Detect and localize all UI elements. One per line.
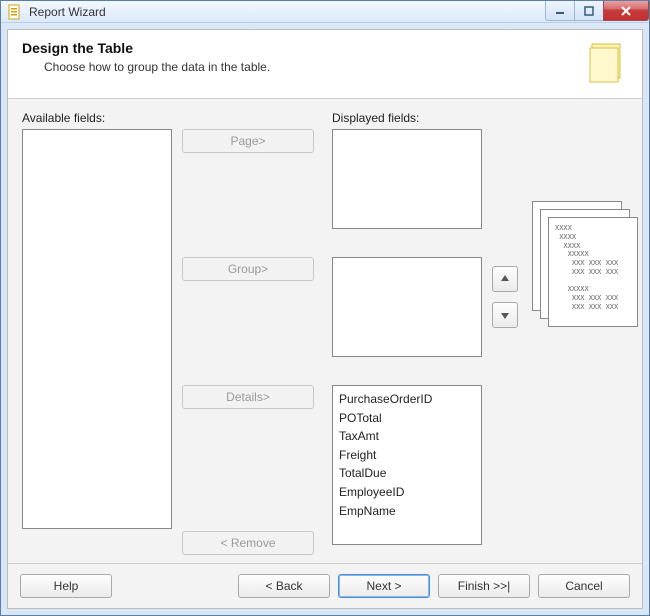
- list-item[interactable]: Freight: [339, 446, 475, 465]
- window-controls: [546, 1, 649, 21]
- back-button[interactable]: < Back: [238, 574, 330, 598]
- displayed-column: Displayed fields: PurchaseOrderID POTota…: [332, 111, 482, 555]
- wizard-footer: Help < Back Next > Finish >>| Cancel: [8, 563, 642, 608]
- page-title: Design the Table: [22, 40, 270, 56]
- move-up-button[interactable]: [492, 266, 518, 292]
- help-button[interactable]: Help: [20, 574, 112, 598]
- available-column: Available fields:: [22, 111, 172, 555]
- wizard-body: Available fields: Page> Group> Details> …: [8, 99, 642, 563]
- reorder-buttons: [492, 111, 522, 555]
- available-fields-label: Available fields:: [22, 111, 172, 125]
- page-subtitle: Choose how to group the data in the tabl…: [22, 60, 270, 74]
- group-fields-list[interactable]: [332, 257, 482, 357]
- transfer-buttons-column: Page> Group> Details> < Remove: [182, 111, 322, 555]
- page-button[interactable]: Page>: [182, 129, 314, 153]
- layout-preview: XXXX XXXX XXXX XXXXX XXX XXX XXX XXX XXX…: [532, 201, 642, 331]
- titlebar: Report Wizard: [1, 1, 649, 23]
- minimize-button[interactable]: [545, 1, 575, 21]
- cancel-button[interactable]: Cancel: [538, 574, 630, 598]
- client-area: Design the Table Choose how to group the…: [7, 29, 643, 609]
- list-item[interactable]: PurchaseOrderID: [339, 390, 475, 409]
- displayed-fields-label: Displayed fields:: [332, 111, 482, 125]
- wizard-icon: [584, 40, 628, 84]
- report-wizard-window: Report Wizard Design the Table Choose ho…: [0, 0, 650, 616]
- app-icon: [7, 4, 23, 20]
- group-button[interactable]: Group>: [182, 257, 314, 281]
- list-item[interactable]: EmployeeID: [339, 483, 475, 502]
- list-item[interactable]: POTotal: [339, 409, 475, 428]
- available-fields-list[interactable]: [22, 129, 172, 529]
- maximize-button[interactable]: [574, 1, 604, 21]
- page-fields-list[interactable]: [332, 129, 482, 229]
- next-button[interactable]: Next >: [338, 574, 430, 598]
- preview-page: XXXX XXXX XXXX XXXXX XXX XXX XXX XXX XXX…: [548, 217, 638, 327]
- details-fields-list[interactable]: PurchaseOrderID POTotal TaxAmt Freight T…: [332, 385, 482, 545]
- finish-button[interactable]: Finish >>|: [438, 574, 530, 598]
- move-down-button[interactable]: [492, 302, 518, 328]
- close-button[interactable]: [603, 1, 649, 21]
- list-item[interactable]: TaxAmt: [339, 427, 475, 446]
- remove-button[interactable]: < Remove: [182, 531, 314, 555]
- wizard-header: Design the Table Choose how to group the…: [8, 30, 642, 99]
- list-item[interactable]: EmpName: [339, 502, 475, 521]
- details-button[interactable]: Details>: [182, 385, 314, 409]
- list-item[interactable]: TotalDue: [339, 464, 475, 483]
- window-title: Report Wizard: [29, 5, 106, 19]
- preview-column: XXXX XXXX XXXX XXXXX XXX XXX XXX XXX XXX…: [532, 111, 642, 555]
